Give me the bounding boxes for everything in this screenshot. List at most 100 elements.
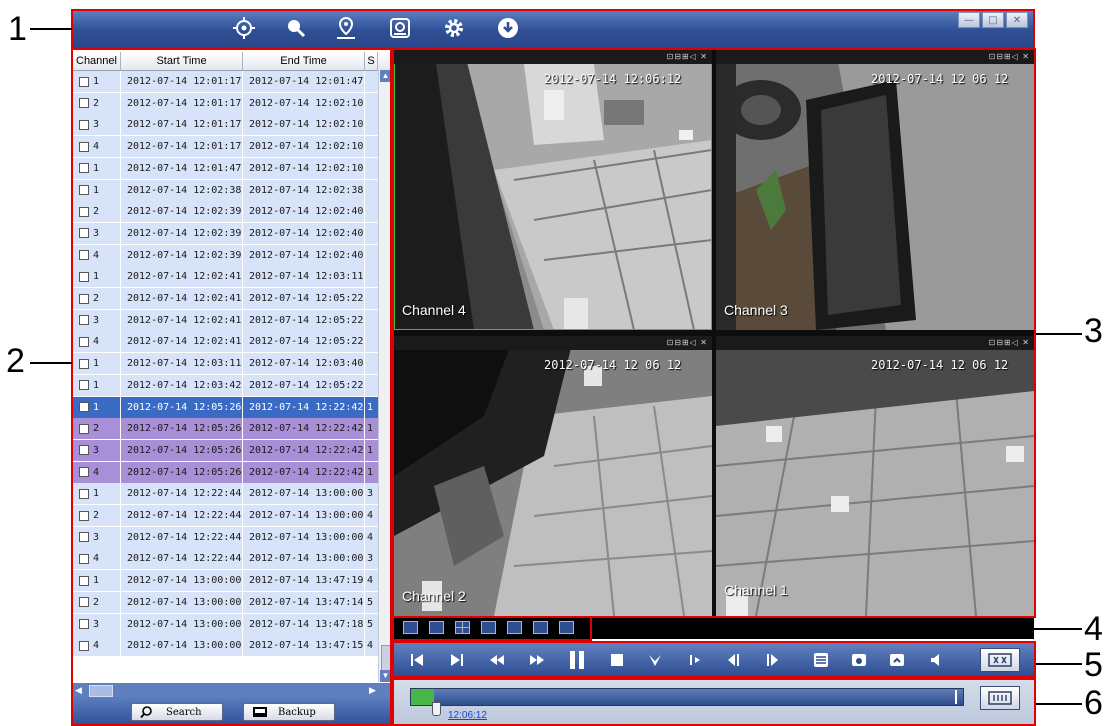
table-row[interactable]: 2 2012-07-14 12:02:39 2012-07-14 12:02:40 — [73, 201, 378, 224]
table-row[interactable]: 3 2012-07-14 13:00:00 2012-07-14 13:47:18 5 — [73, 613, 378, 636]
fullscreen-split-icon[interactable] — [403, 621, 418, 634]
horizontal-scroll-thumb[interactable] — [89, 685, 113, 697]
table-row[interactable]: 1 2012-07-14 12:02:41 2012-07-14 12:03:11 — [73, 266, 378, 289]
row-checkbox[interactable] — [79, 532, 89, 543]
vertical-scrollbar[interactable]: ▲ ▼ — [378, 70, 392, 682]
table-row[interactable]: 3 2012-07-14 12:01:17 2012-07-14 12:02:10 — [73, 114, 378, 137]
sixteen-split-icon[interactable] — [559, 621, 574, 634]
row-checkbox[interactable] — [79, 228, 89, 239]
tile-controls-icons[interactable]: ⊡⊟⊞◁ ✕ — [666, 52, 708, 61]
backup-button[interactable]: Backup — [243, 703, 335, 721]
row-checkbox[interactable] — [79, 423, 89, 434]
tile-controls-icons[interactable]: ⊡⊟⊞◁ ✕ — [988, 52, 1030, 61]
table-row[interactable]: 4 2012-07-14 12:05:26 2012-07-14 12:22:42 1 — [73, 461, 378, 484]
table-row[interactable]: 3 2012-07-14 12:05:26 2012-07-14 12:22:42 1 — [73, 439, 378, 462]
scroll-left-icon[interactable]: ◀ — [75, 684, 87, 696]
video-tile-channel-3[interactable]: ⊡⊟⊞◁ ✕ 2012-07-14 12 06 12 Channel 3 — [716, 50, 1034, 330]
row-checkbox[interactable] — [79, 271, 89, 282]
row-checkbox[interactable] — [79, 163, 89, 174]
single-split-icon[interactable] — [429, 621, 444, 634]
table-row[interactable]: 1 2012-07-14 12:01:17 2012-07-14 12:01:47 — [73, 71, 378, 93]
row-checkbox[interactable] — [79, 380, 89, 391]
rewind-icon[interactable] — [488, 651, 506, 669]
adjust-icon[interactable] — [812, 651, 830, 669]
row-checkbox[interactable] — [79, 640, 89, 651]
table-row[interactable]: 3 2012-07-14 12:22:44 2012-07-14 13:00:00 4 — [73, 526, 378, 549]
disk-icon[interactable] — [388, 16, 412, 40]
row-checkbox[interactable] — [79, 597, 89, 608]
skip-to-end-icon[interactable] — [448, 651, 466, 669]
video-tile-channel-4[interactable]: ⊡⊟⊞◁ ✕ 2012-07-14 12:06:12 Channel 4 — [394, 50, 712, 330]
row-checkbox[interactable] — [79, 336, 89, 347]
volume-icon[interactable] — [928, 651, 946, 669]
row-checkbox[interactable] — [79, 315, 89, 326]
table-row[interactable]: 3 2012-07-14 12:02:39 2012-07-14 12:02:40 — [73, 222, 378, 245]
search-icon[interactable] — [284, 16, 308, 40]
table-row[interactable]: 2 2012-07-14 12:02:41 2012-07-14 12:05:22 — [73, 288, 378, 310]
table-row[interactable]: 1 2012-07-14 12:22:44 2012-07-14 13:00:00 3 — [73, 483, 378, 506]
row-checkbox[interactable] — [79, 358, 89, 369]
next-frame-icon[interactable] — [764, 651, 782, 669]
row-checkbox[interactable] — [79, 119, 89, 130]
eight-split-icon[interactable] — [507, 621, 522, 634]
row-checkbox[interactable] — [79, 553, 89, 564]
quad-split-icon[interactable] — [455, 621, 470, 634]
table-row[interactable]: 2 2012-07-14 12:22:44 2012-07-14 13:00:00 4 — [73, 505, 378, 527]
table-row[interactable]: 4 2012-07-14 12:02:39 2012-07-14 12:02:40 — [73, 244, 378, 267]
col-size-header[interactable]: S — [365, 52, 378, 70]
timeline-track[interactable] — [410, 688, 964, 706]
table-row[interactable]: 1 2012-07-14 12:03:42 2012-07-14 12:05:22 — [73, 374, 378, 397]
row-checkbox[interactable] — [79, 575, 89, 586]
timeline-zoom-button[interactable] — [980, 686, 1020, 710]
pause-icon[interactable] — [566, 651, 588, 669]
video-tile-channel-1[interactable]: ⊡⊟⊞◁ ✕ 2012-07-14 12 06 12 Channel 1 — [716, 336, 1034, 616]
row-checkbox[interactable] — [79, 488, 89, 499]
video-tile-channel-2[interactable]: ⊡⊟⊞◁ ✕ 2012-07-14 12 06 12 Channel 2 — [394, 336, 712, 616]
table-row[interactable]: 1 2012-07-14 12:05:26 2012-07-14 12:22:42 1 — [73, 396, 378, 419]
fast-forward-icon[interactable] — [528, 651, 546, 669]
row-checkbox[interactable] — [79, 293, 89, 304]
skip-to-start-icon[interactable] — [408, 651, 426, 669]
timeline-playhead[interactable] — [432, 702, 441, 716]
clip-cut-icon[interactable] — [980, 648, 1020, 672]
table-row[interactable]: 1 2012-07-14 12:01:47 2012-07-14 12:02:10 — [73, 157, 378, 180]
scroll-right-icon[interactable]: ▶ — [369, 684, 381, 696]
table-row[interactable]: 4 2012-07-14 12:01:17 2012-07-14 12:02:10 — [73, 136, 378, 159]
gear-icon[interactable] — [442, 16, 466, 40]
scroll-up-icon[interactable]: ▲ — [380, 70, 391, 82]
tile-controls-icons[interactable]: ⊡⊟⊞◁ ✕ — [988, 338, 1030, 347]
horizontal-scrollbar[interactable]: ◀ ▶ — [73, 683, 391, 697]
search-button[interactable]: Search — [131, 703, 223, 721]
row-checkbox[interactable] — [79, 76, 89, 87]
previous-frame-icon[interactable] — [724, 651, 742, 669]
six-split-icon[interactable] — [481, 621, 496, 634]
tile-controls-icons[interactable]: ⊡⊟⊞◁ ✕ — [666, 338, 708, 347]
maximize-icon[interactable]: □ — [982, 12, 1004, 28]
row-checkbox[interactable] — [79, 98, 89, 109]
minimize-icon[interactable]: — — [958, 12, 980, 28]
step-frame-icon[interactable] — [686, 651, 704, 669]
record-clip-icon[interactable] — [888, 651, 906, 669]
row-checkbox[interactable] — [79, 402, 89, 412]
close-icon[interactable]: ✕ — [1006, 12, 1028, 28]
row-checkbox[interactable] — [79, 206, 89, 217]
target-icon[interactable] — [232, 16, 256, 40]
scroll-down-icon[interactable]: ▼ — [380, 670, 391, 682]
table-row[interactable]: 4 2012-07-14 13:00:00 2012-07-14 13:47:15 4 — [73, 635, 378, 658]
table-row[interactable]: 1 2012-07-14 13:00:00 2012-07-14 13:47:19 4 — [73, 570, 378, 593]
table-row[interactable]: 3 2012-07-14 12:02:41 2012-07-14 12:05:22 — [73, 309, 378, 332]
row-checkbox[interactable] — [79, 141, 89, 152]
row-checkbox[interactable] — [79, 510, 89, 521]
snapshot-icon[interactable] — [850, 651, 868, 669]
stop-icon[interactable] — [608, 651, 626, 669]
row-checkbox[interactable] — [79, 619, 89, 629]
row-checkbox[interactable] — [79, 445, 89, 456]
col-channel-header[interactable]: Channel — [73, 52, 121, 70]
row-checkbox[interactable] — [79, 185, 89, 195]
row-checkbox[interactable] — [79, 250, 89, 261]
slow-play-icon[interactable] — [646, 651, 664, 669]
map-pin-icon[interactable] — [334, 16, 358, 40]
table-row[interactable]: 4 2012-07-14 12:22:44 2012-07-14 13:00:00 3 — [73, 548, 378, 571]
row-checkbox[interactable] — [79, 467, 89, 478]
table-row[interactable]: 2 2012-07-14 13:00:00 2012-07-14 13:47:14 5 — [73, 591, 378, 614]
